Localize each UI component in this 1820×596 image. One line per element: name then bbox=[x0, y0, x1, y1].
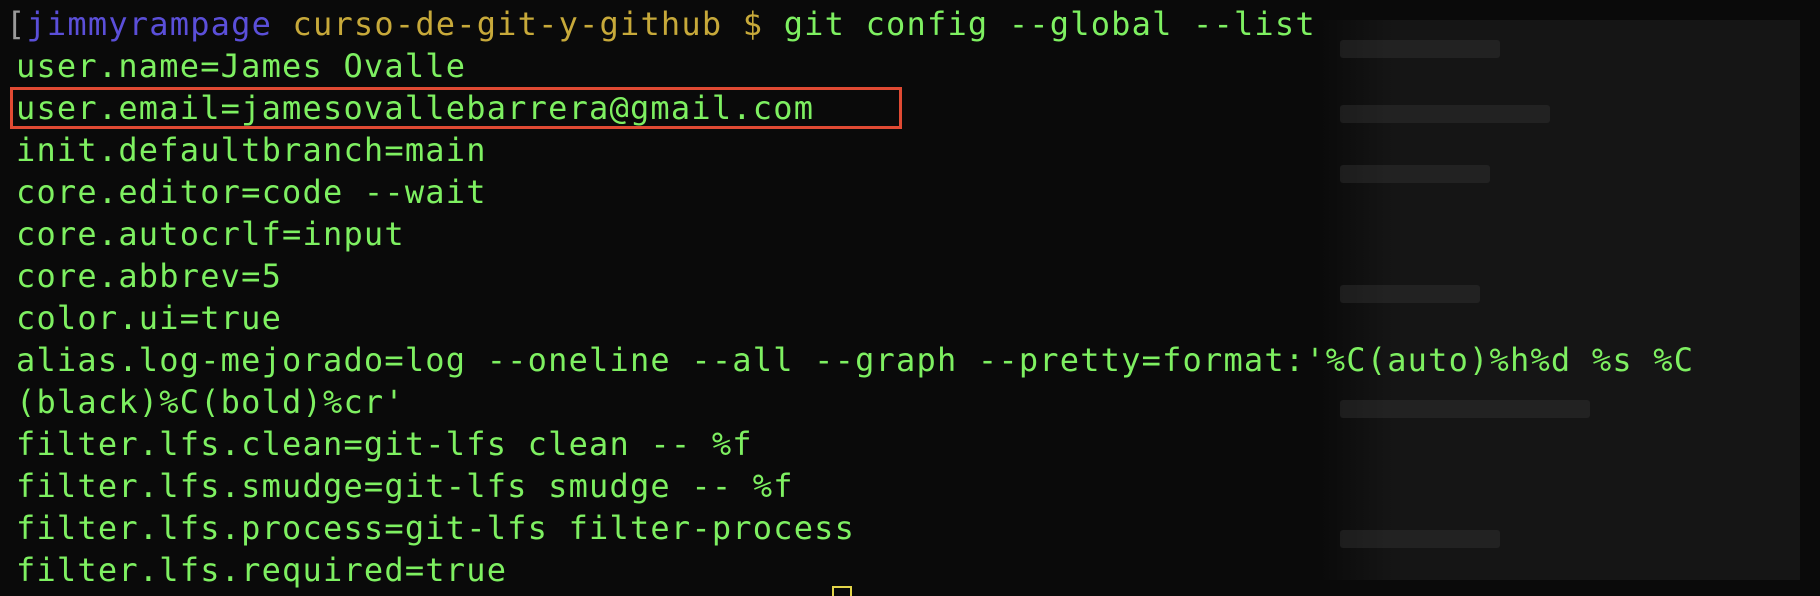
prompt-bracket: [ bbox=[6, 5, 27, 43]
output-line: core.editor=code --wait bbox=[16, 173, 487, 211]
prompt-line: [jimmyrampage curso-de-git-y-github $ gi… bbox=[6, 3, 1820, 45]
output-line: init.defaultbranch=main bbox=[16, 131, 487, 169]
prompt-directory: curso-de-git-y-github bbox=[292, 5, 723, 43]
output-line: filter.lfs.required=true bbox=[16, 551, 508, 589]
output-line: alias.log-mejorado=log --oneline --all -… bbox=[16, 341, 1695, 379]
output-line: core.autocrlf=input bbox=[16, 215, 405, 253]
terminal-output: [jimmyrampage curso-de-git-y-github $ gi… bbox=[6, 3, 1820, 591]
output-line-highlighted: user.email=jamesovallebarrera@gmail.com bbox=[16, 89, 815, 127]
output-line: user.name=James Ovalle bbox=[16, 47, 467, 85]
output-line: filter.lfs.smudge=git-lfs smudge -- %f bbox=[16, 467, 794, 505]
output-line: filter.lfs.clean=git-lfs clean -- %f bbox=[16, 425, 753, 463]
text-cursor bbox=[832, 586, 852, 596]
output-line: filter.lfs.process=git-lfs filter-proces… bbox=[16, 509, 856, 547]
output-line: color.ui=true bbox=[16, 299, 283, 337]
terminal-window[interactable]: [jimmyrampage curso-de-git-y-github $ gi… bbox=[0, 0, 1820, 596]
prompt-symbol: $ bbox=[742, 5, 764, 43]
output-line: core.abbrev=5 bbox=[16, 257, 283, 295]
prompt-command: git config --global --list bbox=[783, 5, 1316, 43]
prompt-user: jimmyrampage bbox=[26, 5, 273, 43]
output-line: (black)%C(bold)%cr' bbox=[16, 383, 405, 421]
